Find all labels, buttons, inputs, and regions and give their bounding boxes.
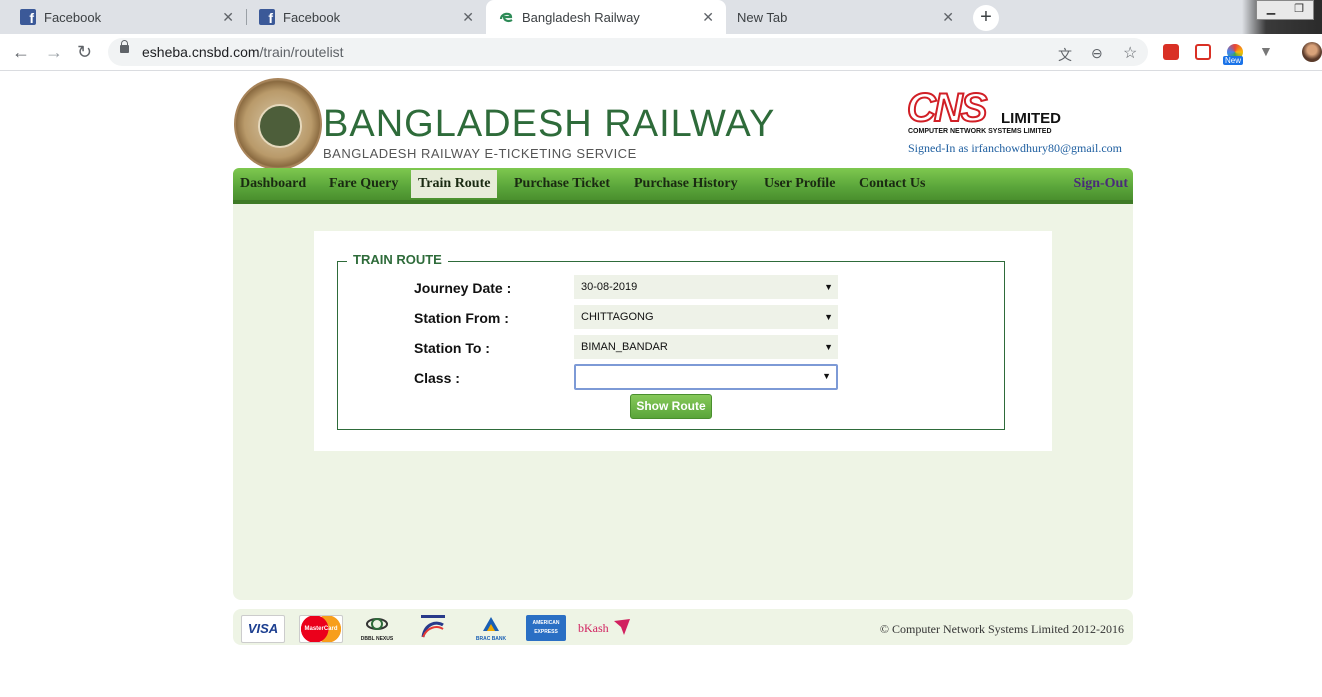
signed-in-status: Signed-In as irfanchowdhury80@gmail.com (908, 141, 1123, 155)
cns-limited-logo: CNS LIMITED COMPUTER NETWORK SYSTEMS LIM… (906, 85, 1061, 135)
tab-title: New Tab (737, 9, 788, 25)
brac-bank-logo: BRAC BANK (475, 615, 507, 642)
train-route-legend: TRAIN ROUTE (347, 252, 448, 267)
dropdown-arrow-icon: ▼ (822, 371, 831, 381)
nav-purchase-history[interactable]: Purchase History (634, 168, 738, 200)
address-bar[interactable]: esheba.cnsbd.com/train/routelist 文 ⊖ ☆ (108, 38, 1148, 66)
site-favicon-icon (498, 9, 514, 25)
new-tab-button[interactable]: + (973, 5, 999, 31)
minimize-icon[interactable]: ▁ (1257, 1, 1285, 19)
nav-contact-us[interactable]: Contact Us (859, 168, 926, 200)
mastercard-logo: MasterCard (299, 615, 343, 643)
footer: VISA MasterCard DBBL NEXUS BRAC BANK AME… (233, 609, 1133, 645)
extension-adobe-icon[interactable] (1195, 44, 1211, 60)
show-route-button[interactable]: Show Route (630, 394, 712, 419)
browser-toolbar: ← → ↻ esheba.cnsbd.com/train/routelist 文… (0, 34, 1322, 71)
extension-red-icon[interactable] (1163, 44, 1179, 60)
dropdown-arrow-icon: ▼ (824, 312, 833, 322)
visa-logo: VISA (241, 615, 285, 643)
maximize-icon[interactable]: ❐ (1285, 1, 1313, 19)
close-tab-icon[interactable]: ✕ (942, 9, 954, 26)
nav-user-profile[interactable]: User Profile (764, 168, 835, 200)
url-text: esheba.cnsbd.com/train/routelist (142, 44, 344, 60)
american-express-logo: AMERICAN EXPRESS (526, 615, 566, 641)
sign-out-link[interactable]: Sign-Out (1074, 168, 1128, 200)
nav-train-route[interactable]: Train Route (411, 170, 498, 198)
dropdown-arrow-icon: ▼ (824, 342, 833, 352)
tab-title: Facebook (283, 9, 341, 25)
nav-dashboard[interactable]: Dashboard (240, 168, 306, 200)
browser-tab-facebook-1[interactable]: f Facebook ✕ (0, 0, 246, 34)
station-from-select[interactable]: CHITTAGONG ▼ (574, 305, 838, 329)
copyright-text: © Computer Network Systems Limited 2012-… (879, 622, 1124, 636)
extension-new-badge: New (1223, 56, 1244, 65)
site-title: BANGLADESH RAILWAY (323, 103, 776, 145)
nav-fare-query[interactable]: Fare Query (329, 168, 398, 200)
lock-icon (120, 40, 129, 53)
dbbl-nexus-logo: DBBL NEXUS (357, 615, 397, 642)
tab-title: Bangladesh Railway (522, 9, 640, 25)
station-from-label: Station From : (414, 310, 509, 326)
station-to-select[interactable]: BIMAN_BANDAR ▼ (574, 335, 838, 359)
browser-tab-new-tab[interactable]: New Tab ✕ (726, 0, 966, 34)
close-tab-icon[interactable]: ✕ (462, 9, 474, 26)
rocket-logo (419, 615, 447, 641)
bookmark-star-icon[interactable]: ☆ (1123, 43, 1137, 63)
close-tab-icon[interactable]: ✕ (702, 9, 714, 26)
translate-icon[interactable]: 文 (1058, 45, 1072, 65)
browser-tab-facebook-2[interactable]: f Facebook ✕ (239, 0, 486, 34)
bangladesh-railway-emblem (234, 78, 322, 170)
journey-date-label: Journey Date : (414, 280, 512, 296)
dropdown-arrow-icon: ▼ (824, 282, 833, 292)
facebook-icon: f (259, 9, 275, 26)
bkash-logo: bKash (578, 615, 634, 641)
tab-title: Facebook (44, 9, 102, 25)
station-to-label: Station To : (414, 340, 490, 356)
close-tab-icon[interactable]: ✕ (222, 9, 234, 26)
extension-v-icon[interactable]: ▼ (1259, 44, 1275, 60)
forward-arrow-icon[interactable]: → (45, 42, 63, 63)
reload-icon[interactable]: ↻ (77, 42, 92, 63)
class-select[interactable]: ▼ (574, 364, 838, 390)
back-arrow-icon[interactable]: ← (12, 42, 30, 63)
profile-avatar[interactable] (1302, 42, 1322, 62)
browser-tab-bangladesh-railway[interactable]: Bangladesh Railway ✕ (486, 0, 726, 34)
browser-tab-strip: f Facebook ✕ f Facebook ✕ Bangladesh Rai… (0, 0, 1322, 34)
zoom-icon[interactable]: ⊖ (1091, 45, 1103, 62)
journey-date-select[interactable]: 30-08-2019 ▼ (574, 275, 838, 299)
window-controls: ▁ ❐ (1256, 0, 1314, 20)
main-nav: Dashboard Fare Query Train Route Purchas… (233, 168, 1133, 204)
facebook-icon: f (20, 9, 36, 26)
nav-purchase-ticket[interactable]: Purchase Ticket (514, 168, 610, 200)
site-subtitle: BANGLADESH RAILWAY E-TICKETING SERVICE (323, 146, 637, 161)
class-label: Class : (414, 370, 460, 386)
